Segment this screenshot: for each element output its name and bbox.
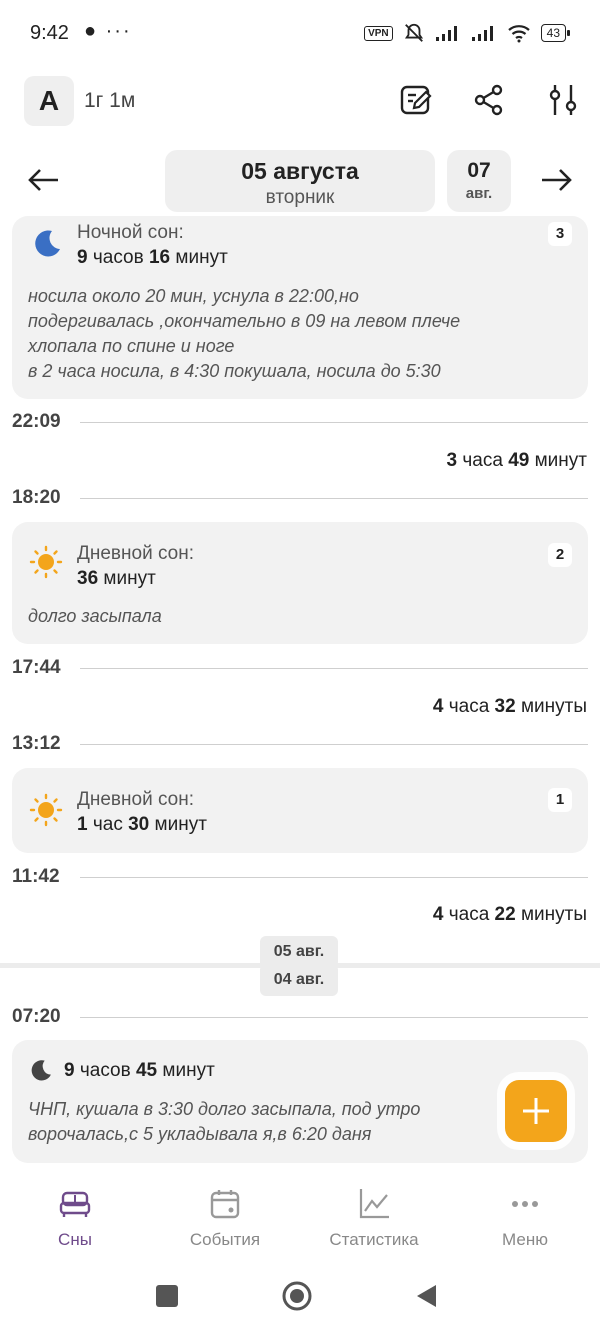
moon-icon xyxy=(28,225,64,261)
bell-off-icon xyxy=(404,23,423,42)
time-marker: 13:12 xyxy=(12,733,588,757)
sleep-type-label: Ночной сон: xyxy=(77,222,184,243)
system-navigation xyxy=(0,1266,600,1326)
day-sleep-card[interactable]: Дневной сон: 36 минут 2 долго засыпала xyxy=(12,522,588,644)
moon-icon xyxy=(26,1056,54,1084)
bottom-navigation: Сны События Статистика Меню xyxy=(0,1176,600,1260)
signal-icon xyxy=(471,26,493,41)
awake-duration: 4 часа 32 минуты xyxy=(432,696,587,717)
back-icon[interactable] xyxy=(411,1280,443,1312)
night-sleep-card[interactable]: 9 часов 45 минут ЧНП, кушала в 3:30 долг… xyxy=(12,1040,588,1163)
time-marker: 22:09 xyxy=(12,411,588,435)
home-icon[interactable] xyxy=(281,1280,313,1312)
night-sleep-card[interactable]: Ночной сон: 9 часов 16 минут 3 носила ок… xyxy=(12,216,588,399)
next-month-label: авг. xyxy=(465,185,493,202)
more-icon xyxy=(507,1186,543,1222)
sun-icon xyxy=(28,792,64,828)
plus-icon xyxy=(523,1098,549,1124)
sleep-duration: 9 часов 16 минут xyxy=(77,247,228,268)
time-marker: 17:44 xyxy=(12,657,588,681)
nav-label: Статистика xyxy=(329,1230,419,1249)
sleep-type-label: Дневной сон: xyxy=(77,789,195,810)
avatar[interactable]: A xyxy=(24,76,74,126)
sleep-duration: 36 минут xyxy=(77,568,156,589)
battery-icon: 43 xyxy=(540,24,571,42)
nav-item-statistics[interactable]: Статистика xyxy=(299,1186,449,1250)
vpn-icon: VPN xyxy=(364,25,393,41)
chart-icon xyxy=(356,1186,392,1222)
recent-apps-icon[interactable] xyxy=(151,1280,183,1312)
next-day-number: 07 xyxy=(467,159,491,182)
nav-label: Сны xyxy=(58,1230,92,1249)
child-age: 1г 1м xyxy=(84,89,136,112)
notification-icons: ● ··· xyxy=(84,20,132,42)
signal-icon xyxy=(435,26,457,41)
next-date-chip[interactable]: 07 авг. xyxy=(447,150,511,212)
sleep-duration: 9 часов 45 минут xyxy=(64,1060,215,1081)
status-right-icons: VPN 43 xyxy=(364,22,571,44)
time-marker: 07:20 xyxy=(12,1006,588,1030)
nav-item-sleeps[interactable]: Сны xyxy=(0,1186,150,1250)
awake-duration: 4 часа 22 минуты xyxy=(432,904,587,925)
weekday-label: вторник xyxy=(265,187,335,208)
sleep-duration: 1 час 30 минут xyxy=(77,814,207,835)
sleep-note: носила около 20 мин, уснула в 22:00,но п… xyxy=(28,286,461,381)
add-sleep-button[interactable] xyxy=(505,1080,567,1142)
nav-item-events[interactable]: События xyxy=(150,1186,300,1250)
status-time: 9:42 xyxy=(30,22,69,44)
time-marker: 11:42 xyxy=(12,866,588,890)
sleep-type-label: Дневной сон: xyxy=(77,543,195,564)
wifi-icon xyxy=(507,25,530,43)
sleep-number-badge: 3 xyxy=(548,222,572,246)
sleep-number-badge: 1 xyxy=(548,788,572,812)
nav-label: Меню xyxy=(502,1230,548,1249)
time-marker: 18:20 xyxy=(12,487,588,511)
sleep-note: ЧНП, кушала в 3:30 долго засыпала, под у… xyxy=(28,1099,421,1144)
day-sleep-card[interactable]: Дневной сон: 1 час 30 минут 1 xyxy=(12,768,588,853)
status-bar: 9:42 ● ··· VPN 43 xyxy=(0,0,600,66)
bed-icon xyxy=(57,1186,93,1222)
next-day-arrow-icon[interactable] xyxy=(536,160,576,200)
day-chip-previous: 04 авг. xyxy=(260,964,338,996)
nav-item-menu[interactable]: Меню xyxy=(450,1186,600,1250)
sliders-icon[interactable] xyxy=(545,82,581,118)
awake-duration: 3 часа 49 минут xyxy=(446,450,587,471)
nav-label: События xyxy=(189,1230,261,1249)
previous-day-arrow-icon[interactable] xyxy=(24,160,64,200)
current-date-button[interactable]: 05 августа вторник xyxy=(165,150,435,212)
date-navigation: 05 августа вторник 07 авг. xyxy=(0,148,600,214)
sleep-number-badge: 2 xyxy=(548,543,572,567)
sun-icon xyxy=(28,544,64,580)
calendar-icon xyxy=(207,1186,243,1222)
app-bar: A 1г 1м xyxy=(0,74,600,128)
sleep-note: долго засыпала xyxy=(28,606,162,626)
share-icon[interactable] xyxy=(471,82,507,118)
edit-note-icon[interactable] xyxy=(398,82,434,118)
date-label: 05 августа xyxy=(241,158,359,184)
